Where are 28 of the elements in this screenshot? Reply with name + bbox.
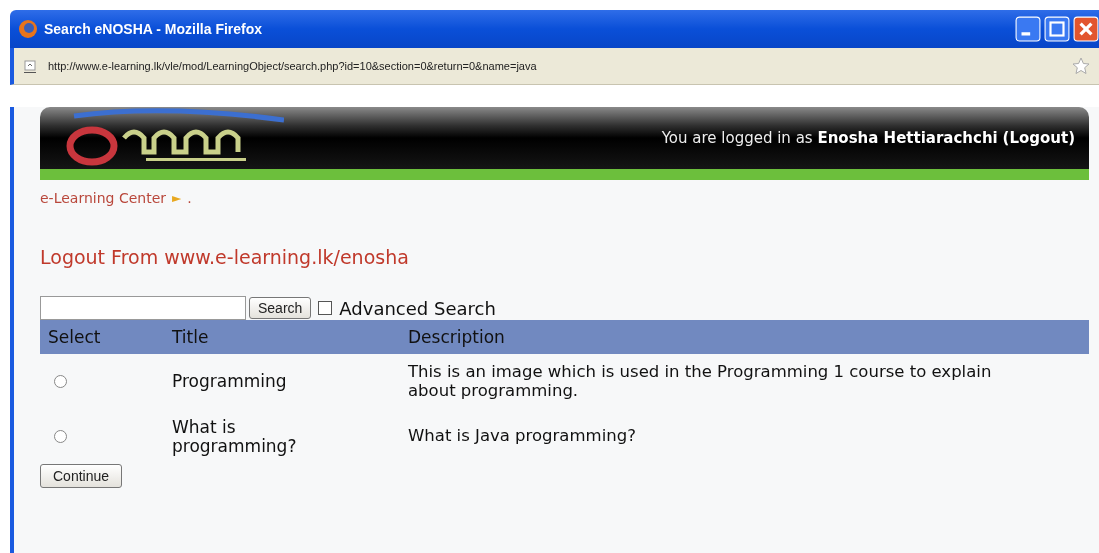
minimize-icon[interactable] (1015, 16, 1041, 42)
advanced-search-label[interactable]: Advanced Search (339, 297, 496, 319)
browser-icon (18, 19, 38, 39)
window-title: Search eNOSHA - Mozilla Firefox (44, 21, 263, 37)
continue-button[interactable]: Continue (40, 464, 123, 488)
breadcrumb-separator: ► (172, 191, 182, 205)
search-button[interactable]: Search (249, 297, 312, 319)
close-icon[interactable] (1073, 16, 1099, 42)
description-cell-text: This is an image which is used in the Programming 1 course to explain about programming. (408, 363, 993, 400)
breadcrumb-link[interactable]: e-Learning Center (40, 190, 166, 206)
address-bar[interactable]: http://www.e-learning.lk/vle/mod/LearningObject/search.php?id=10&section=0&return=0&name=java (10, 48, 1099, 85)
breadcrumb-current: . (187, 190, 192, 206)
star-icon[interactable] (1071, 56, 1091, 76)
column-header: Select (47, 327, 102, 347)
url-text: http://www.e-learning.lk/vle/mod/LearningObject/search.php?id=10&section=0&return=0&name=java (48, 60, 537, 72)
login-status: You are logged in as Enosha Hettiarachchi (Logout) (661, 129, 1075, 147)
description-cell-text: What is Java programming? (408, 427, 637, 446)
select-radio[interactable] (54, 430, 67, 443)
maximize-icon[interactable] (1044, 16, 1070, 42)
advanced-search-checkbox[interactable] (318, 301, 333, 315)
column-header: Title (171, 327, 210, 347)
title-cell-text: What is programming? (171, 417, 298, 456)
column-header: Description (408, 327, 506, 347)
logout-heading[interactable]: Logout From www.e-learning.lk/enosha (40, 246, 1099, 268)
page-icon (22, 58, 38, 74)
search-field[interactable] (40, 296, 246, 320)
select-radio[interactable] (54, 375, 67, 388)
title-cell-text: Programming (171, 372, 288, 391)
